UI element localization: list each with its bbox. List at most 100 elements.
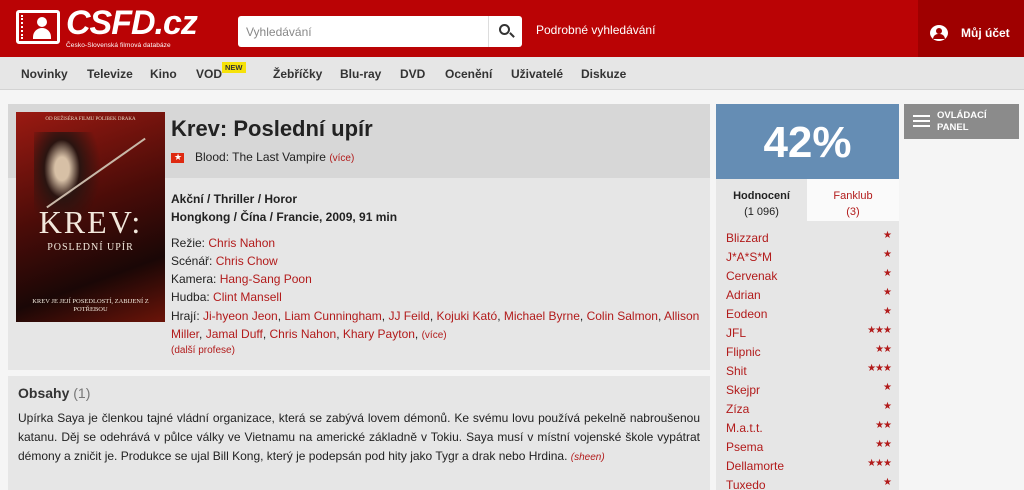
- rating-user-link[interactable]: Blizzard: [726, 231, 769, 245]
- cast-link[interactable]: Michael Byrne: [504, 309, 580, 323]
- star-rating: ★: [883, 230, 892, 241]
- poster-subtitle: POSLEDNÍ UPÍR: [47, 242, 134, 253]
- creator-role: Režie:: [171, 236, 206, 250]
- nav-item-bluray[interactable]: Blu-ray: [340, 67, 381, 81]
- rating-row: Blizzard ★: [726, 226, 892, 245]
- rating-user-link[interactable]: Tuxedo: [726, 478, 766, 490]
- creator-link[interactable]: Hang-Sang Poon: [220, 272, 312, 286]
- cast-link[interactable]: Kojuki Kató: [436, 309, 497, 323]
- star-rating: ★★★: [867, 363, 892, 374]
- rating-score-box: 42%: [716, 104, 899, 179]
- rating-user-link[interactable]: Skejpr: [726, 383, 760, 397]
- rating-percentage: 42%: [763, 118, 852, 167]
- rating-user-link[interactable]: M.a.t.t.: [726, 421, 763, 435]
- main-nav: Novinky Televize Kino VOD NEW Žebříčky B…: [0, 57, 1024, 90]
- control-panel-label: OVLÁDACÍ PANEL: [937, 110, 987, 133]
- tab-fanclub[interactable]: Fanklub (3): [807, 179, 899, 221]
- cast-link[interactable]: Jamal Duff: [206, 327, 263, 341]
- search-box: [238, 16, 522, 47]
- rating-user-link[interactable]: Cervenak: [726, 269, 777, 283]
- creator-camera: Kamera: Hang-Sang Poon: [171, 272, 312, 286]
- cast-link[interactable]: Ji-hyeon Jeon: [203, 309, 278, 323]
- film-genres: Akční / Thriller / Horor: [171, 192, 298, 206]
- rating-user-link[interactable]: Flipnic: [726, 345, 761, 359]
- more-professions-link[interactable]: (další profese): [171, 345, 235, 356]
- rating-row: Adrian ★: [726, 283, 892, 302]
- film-title: Krev: Poslední upír: [171, 116, 373, 141]
- plot-count: (1): [73, 385, 91, 401]
- cast-label: Hrají:: [171, 309, 200, 323]
- cast-link[interactable]: Chris Nahon: [270, 327, 337, 341]
- cast-more-link[interactable]: (více): [422, 330, 447, 341]
- star-rating: ★: [883, 477, 892, 488]
- nav-item-kino[interactable]: Kino: [150, 67, 177, 81]
- nav-item-vod[interactable]: VOD: [196, 67, 222, 81]
- logo-subtitle: Česko-Slovenská filmová databáze: [66, 42, 171, 49]
- logo-icon: [16, 10, 60, 44]
- nav-item-televize[interactable]: Televize: [87, 67, 133, 81]
- rating-row: Skejpr ★: [726, 378, 892, 397]
- poster-tagline: KREV JE JEJÍ POSEDLOSTÍ, ZABIJENÍ Z POTŘ…: [32, 298, 149, 313]
- nav-item-diskuze[interactable]: Diskuze: [581, 67, 626, 81]
- creator-role: Kamera:: [171, 272, 217, 286]
- search-input[interactable]: [238, 16, 486, 47]
- rating-user-link[interactable]: Psema: [726, 440, 763, 454]
- nav-item-uzivatele[interactable]: Uživatelé: [511, 67, 563, 81]
- film-poster[interactable]: OD REŽISÉRA FILMU POLIBEK DRAKA KREV: PO…: [16, 112, 165, 322]
- star-rating: ★: [883, 249, 892, 260]
- new-badge: NEW: [222, 62, 246, 73]
- logo-text: CSFD.cz: [66, 4, 198, 42]
- creator-role: Hudba:: [171, 290, 210, 304]
- user-ratings-list: Blizzard ★ J*A*S*M ★ Cervenak ★ Adrian ★ Eod…: [716, 221, 899, 490]
- tab-count: (1 096): [744, 206, 779, 218]
- tab-ratings[interactable]: Hodnocení (1 096): [716, 179, 807, 221]
- cast-link[interactable]: Khary Payton: [343, 327, 415, 341]
- star-rating: ★: [883, 401, 892, 412]
- film-origin: Hongkong / Čína / Francie, 2009, 91 min: [171, 210, 398, 224]
- original-title-more-link[interactable]: (více): [329, 153, 354, 164]
- rating-row: Cervenak ★: [726, 264, 892, 283]
- star-rating: ★★: [875, 439, 892, 450]
- star-rating: ★★: [875, 344, 892, 355]
- rating-row: Eodeon ★: [726, 302, 892, 321]
- site-logo[interactable]: CSFD.cz Česko-Slovenská filmová databáze: [16, 4, 198, 52]
- creator-screenplay: Scénář: Chris Chow: [171, 254, 278, 268]
- cast-link[interactable]: Colin Salmon: [587, 309, 658, 323]
- cast-link[interactable]: JJ Feild: [388, 309, 429, 323]
- plot-text: Upírka Saya je členkou tajné vládní orga…: [18, 409, 700, 467]
- rating-user-link[interactable]: Shit: [726, 364, 747, 378]
- nav-item-oceneni[interactable]: Ocenění: [445, 67, 492, 81]
- rating-user-link[interactable]: Zíza: [726, 402, 749, 416]
- creator-link[interactable]: Chris Nahon: [208, 236, 275, 250]
- rating-user-link[interactable]: Eodeon: [726, 307, 767, 321]
- nav-item-zebricky[interactable]: Žebříčky: [273, 67, 322, 81]
- nav-item-novinky[interactable]: Novinky: [21, 67, 68, 81]
- rating-user-link[interactable]: JFL: [726, 326, 746, 340]
- rating-row: Tuxedo ★: [726, 473, 892, 490]
- tab-count: (3): [846, 206, 860, 218]
- rating-row: Shit ★★★: [726, 359, 892, 378]
- rating-tabs: Hodnocení (1 096) Fanklub (3): [716, 179, 899, 221]
- rating-user-link[interactable]: J*A*S*M: [726, 250, 772, 264]
- plot-author-link[interactable]: (sheen): [571, 452, 605, 463]
- rating-user-link[interactable]: Adrian: [726, 288, 761, 302]
- rating-row: Zíza ★: [726, 397, 892, 416]
- cast-list: Hrají: Ji-hyeon Jeon, Liam Cunningham, J…: [171, 309, 700, 341]
- creator-link[interactable]: Chris Chow: [216, 254, 278, 268]
- control-panel-button[interactable]: OVLÁDACÍ PANEL: [904, 104, 1019, 139]
- account-button[interactable]: Můj účet: [930, 25, 1020, 45]
- plot-heading: Obsahy (1): [18, 385, 90, 401]
- hamburger-menu-icon: [913, 115, 930, 128]
- cast-link[interactable]: Liam Cunningham: [284, 309, 381, 323]
- rating-row: JFL ★★★: [726, 321, 892, 340]
- creator-music: Hudba: Clint Mansell: [171, 290, 282, 304]
- plot-section: Obsahy (1) Upírka Saya je členkou tajné …: [8, 376, 710, 490]
- top-bar: CSFD.cz Česko-Slovenská filmová databáze…: [0, 0, 1024, 57]
- poster-title: KREV:: [38, 204, 143, 240]
- search-button[interactable]: [488, 16, 522, 47]
- rating-user-link[interactable]: Dellamorte: [726, 459, 784, 473]
- star-rating: ★: [883, 268, 892, 279]
- advanced-search-link[interactable]: Podrobné vyhledávání: [536, 23, 655, 37]
- nav-item-dvd[interactable]: DVD: [400, 67, 425, 81]
- creator-link[interactable]: Clint Mansell: [213, 290, 282, 304]
